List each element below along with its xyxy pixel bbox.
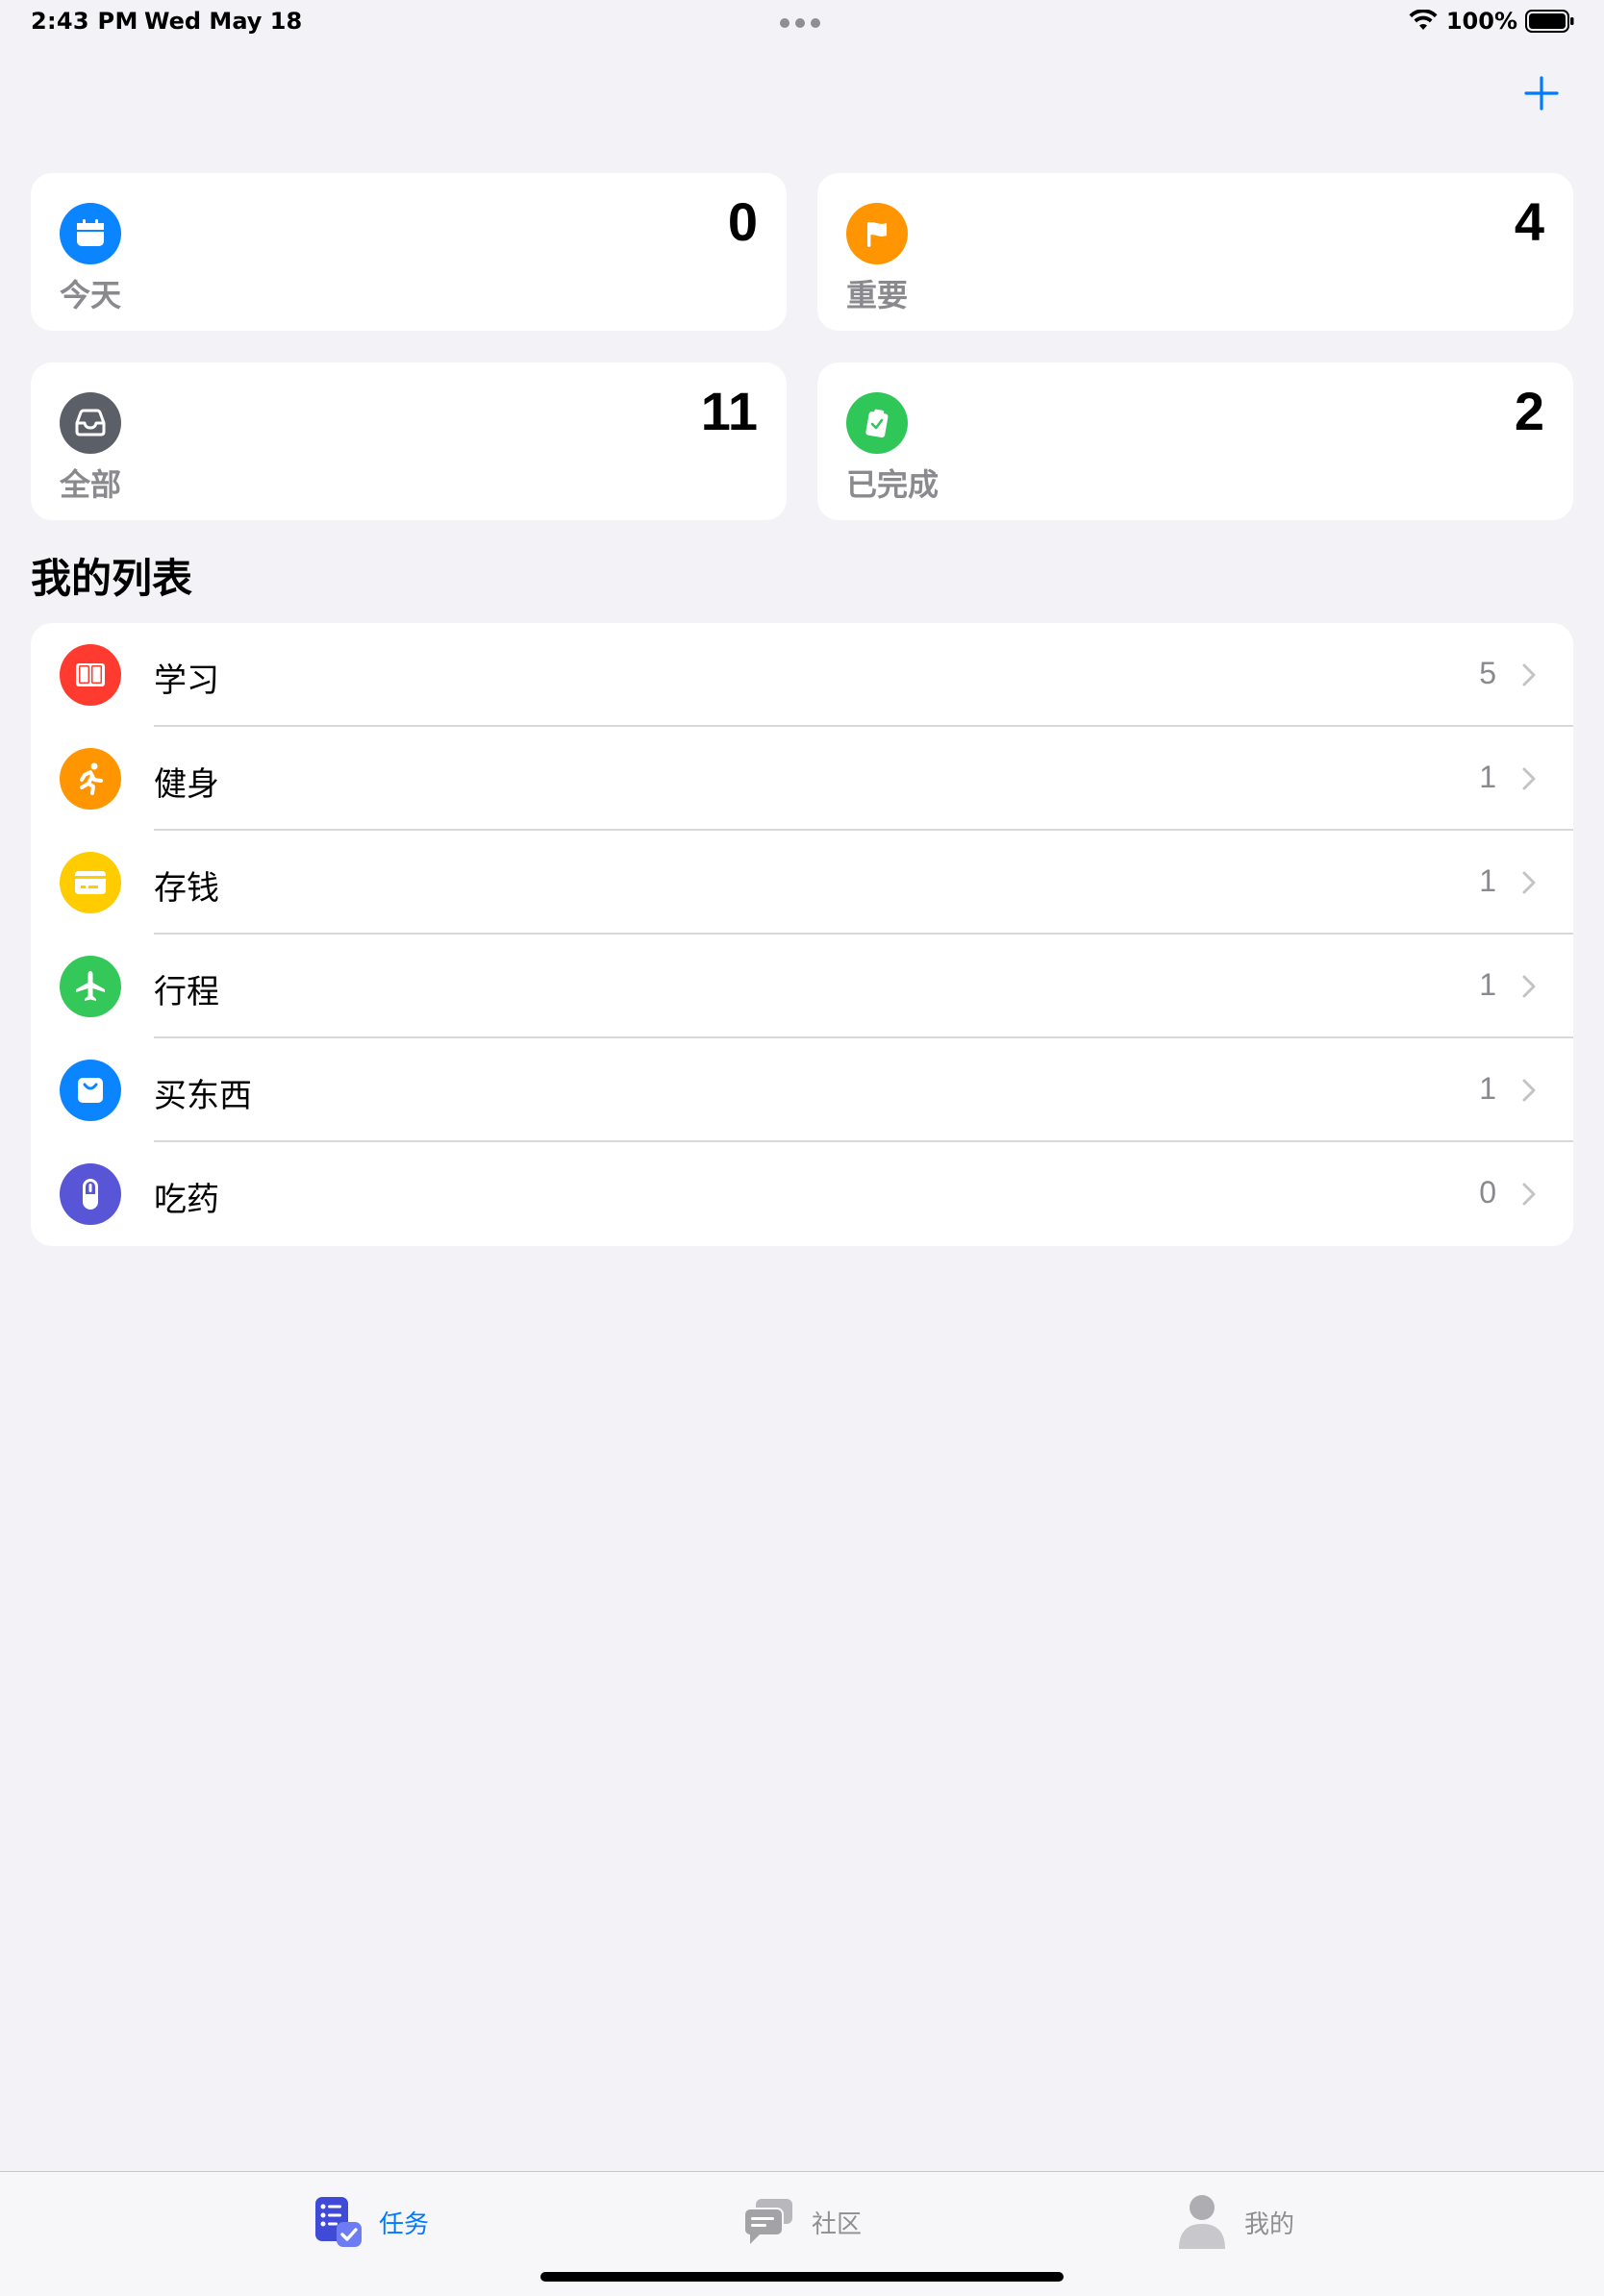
all-label: 全部 bbox=[60, 466, 122, 503]
tab-tasks-label: 任务 bbox=[379, 2209, 430, 2239]
tasks-screen: 2:43 PM Wed May 18 100% 0 今天 4 重要 11 全部 … bbox=[0, 0, 1604, 2296]
list-item-trip[interactable]: 行程 1 bbox=[31, 935, 1573, 1038]
tab-profile-label: 我的 bbox=[1244, 2209, 1295, 2239]
add-list-button[interactable] bbox=[1517, 69, 1566, 117]
chevron-right-icon bbox=[1522, 975, 1536, 998]
today-count: 0 bbox=[727, 191, 758, 252]
chevron-right-icon bbox=[1522, 1183, 1536, 1206]
list-item-study[interactable]: 学习 5 bbox=[31, 623, 1573, 727]
list-item-count: 0 bbox=[1479, 1175, 1496, 1210]
important-count: 4 bbox=[1514, 191, 1544, 252]
tab-profile[interactable]: 我的 bbox=[1173, 2191, 1294, 2253]
completed-card[interactable]: 2 已完成 bbox=[817, 362, 1573, 520]
completed-count: 2 bbox=[1514, 381, 1544, 441]
list-item-count: 1 bbox=[1479, 760, 1496, 794]
chat-icon bbox=[743, 2199, 792, 2244]
chevron-right-icon bbox=[1522, 767, 1536, 790]
status-date: Wed May 18 bbox=[144, 8, 303, 35]
today-card[interactable]: 0 今天 bbox=[31, 173, 787, 331]
list-item-count: 1 bbox=[1479, 967, 1496, 1002]
list-item-label: 学习 bbox=[154, 661, 219, 700]
running-icon bbox=[60, 748, 121, 810]
battery-icon bbox=[1525, 10, 1574, 33]
chevron-right-icon bbox=[1522, 663, 1536, 686]
list-item-medicine[interactable]: 吃药 0 bbox=[31, 1142, 1573, 1246]
my-lists: 学习 5 健身 1 存钱 1 行程 1 买东西 1 吃药 0 bbox=[31, 623, 1573, 1246]
list-item-label: 健身 bbox=[154, 765, 219, 804]
wifi-icon bbox=[1409, 10, 1438, 30]
status-indicators: 100% bbox=[1408, 8, 1575, 35]
person-icon bbox=[1179, 2195, 1225, 2249]
tab-tasks[interactable]: 任务 bbox=[308, 2191, 429, 2253]
today-label: 今天 bbox=[60, 277, 122, 313]
flag-icon bbox=[846, 203, 908, 264]
tasks-icon bbox=[315, 2197, 362, 2247]
all-count: 11 bbox=[700, 381, 758, 441]
calendar-icon bbox=[60, 203, 121, 264]
airplane-icon bbox=[60, 956, 121, 1017]
list-item-count: 1 bbox=[1479, 1071, 1496, 1106]
plus-icon bbox=[1524, 76, 1559, 111]
list-item-fitness[interactable]: 健身 1 bbox=[31, 727, 1573, 831]
list-item-savings[interactable]: 存钱 1 bbox=[31, 831, 1573, 935]
battery-percent: 100% bbox=[1445, 8, 1517, 35]
tray-icon bbox=[60, 392, 121, 454]
list-item-label: 行程 bbox=[154, 973, 219, 1011]
status-bar: 2:43 PM Wed May 18 100% bbox=[0, 0, 1604, 46]
pill-icon bbox=[60, 1163, 121, 1225]
book-icon bbox=[60, 644, 121, 706]
list-item-count: 1 bbox=[1479, 863, 1496, 898]
chevron-right-icon bbox=[1522, 1079, 1536, 1102]
list-item-label: 存钱 bbox=[154, 869, 219, 908]
list-item-label: 买东西 bbox=[154, 1077, 252, 1115]
tab-community[interactable]: 社区 bbox=[740, 2191, 862, 2253]
card-icon bbox=[60, 852, 121, 913]
important-label: 重要 bbox=[846, 277, 909, 313]
clipboard-check-icon bbox=[846, 392, 908, 454]
all-card[interactable]: 11 全部 bbox=[31, 362, 787, 520]
multitasking-dots-icon[interactable] bbox=[780, 18, 820, 28]
chevron-right-icon bbox=[1522, 871, 1536, 894]
home-indicator[interactable] bbox=[540, 2272, 1064, 2282]
list-item-label: 吃药 bbox=[154, 1181, 219, 1219]
my-lists-title: 我的列表 bbox=[31, 555, 193, 602]
important-card[interactable]: 4 重要 bbox=[817, 173, 1573, 331]
list-item-shopping[interactable]: 买东西 1 bbox=[31, 1038, 1573, 1142]
list-item-count: 5 bbox=[1479, 656, 1496, 690]
status-time: 2:43 PM bbox=[31, 8, 138, 35]
tab-community-label: 社区 bbox=[812, 2209, 863, 2239]
bag-icon bbox=[60, 1060, 121, 1121]
completed-label: 已完成 bbox=[846, 466, 940, 503]
